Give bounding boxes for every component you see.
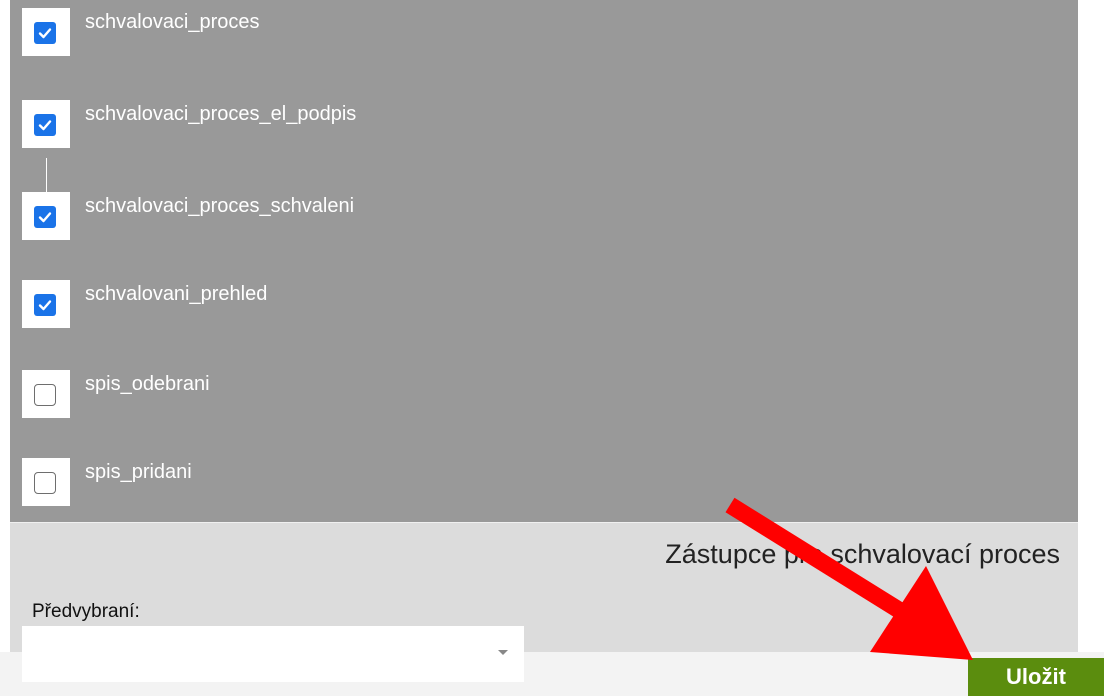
permission-label: schvalovani_prehled <box>85 283 268 305</box>
preselected-select[interactable] <box>22 626 524 682</box>
permission-checkbox-checked[interactable] <box>34 22 56 44</box>
permission-checkbox-checked[interactable] <box>34 206 56 228</box>
permissions-panel: schvalovaci_proces schvalovaci_proces_el… <box>10 0 1078 522</box>
permission-label: schvalovaci_proces <box>85 11 260 33</box>
checkbox-container[interactable] <box>22 100 70 148</box>
permission-checkbox-checked[interactable] <box>34 294 56 316</box>
permission-label: schvalovaci_proces_el_podpis <box>85 103 357 125</box>
check-icon <box>38 120 52 131</box>
caret-down-icon[interactable] <box>498 650 508 655</box>
preselected-label: Předvybraní: <box>32 601 140 622</box>
permission-label: spis_pridani <box>85 461 192 483</box>
permission-label: schvalovaci_proces_schvaleni <box>85 195 355 217</box>
check-icon <box>38 300 52 311</box>
check-icon <box>38 28 52 39</box>
permission-checkbox-unchecked[interactable] <box>34 472 56 494</box>
permission-checkbox-checked[interactable] <box>34 114 56 136</box>
tree-connector-line <box>46 158 47 192</box>
checkbox-container[interactable] <box>22 192 70 240</box>
section-title: Zástupce pro schvalovací proces <box>665 539 1060 569</box>
permission-checkbox-unchecked[interactable] <box>34 384 56 406</box>
checkbox-container[interactable] <box>22 370 70 418</box>
checkbox-container[interactable] <box>22 8 70 56</box>
checkbox-container[interactable] <box>22 280 70 328</box>
save-button[interactable]: Uložit <box>968 658 1104 696</box>
permission-label: spis_odebrani <box>85 373 210 395</box>
checkbox-container[interactable] <box>22 458 70 506</box>
check-icon <box>38 212 52 223</box>
